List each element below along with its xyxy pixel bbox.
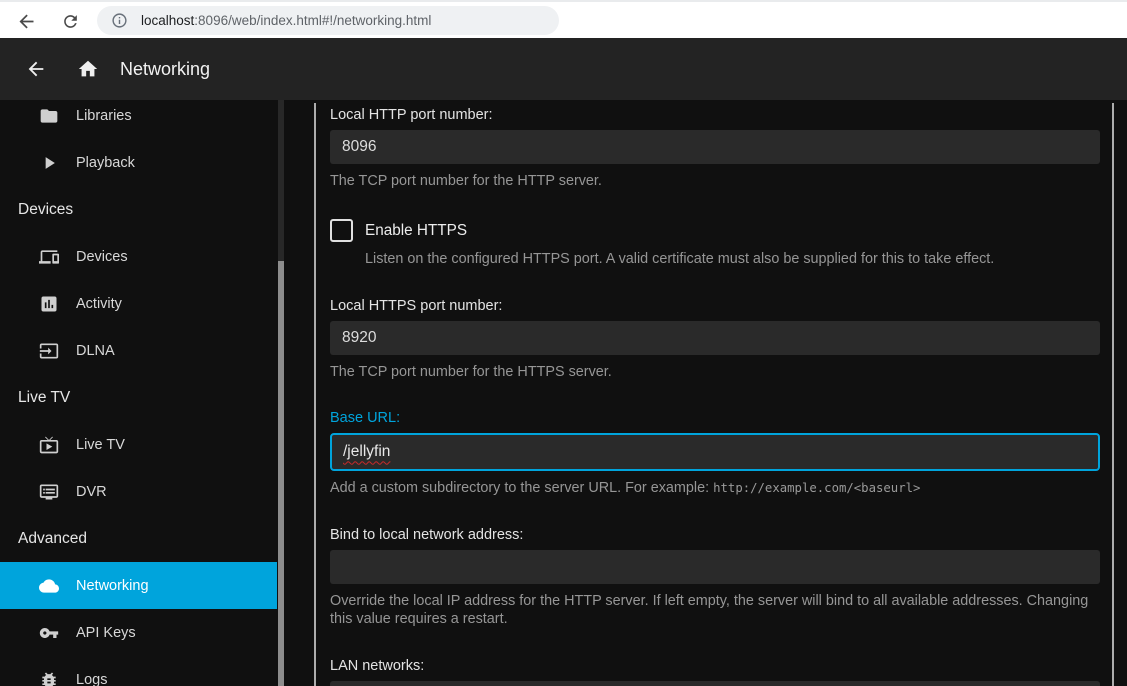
- sidebar-item-playback[interactable]: Playback: [0, 139, 277, 186]
- url-text: localhost:8096/web/index.html#!/networki…: [141, 13, 431, 28]
- lan-networks-input[interactable]: [330, 681, 1100, 686]
- sidebar-item-label: Networking: [76, 578, 149, 594]
- https-port-help: The TCP port number for the HTTPS server…: [330, 363, 1100, 381]
- networking-form: Local HTTP port number: The TCP port num…: [316, 100, 1112, 686]
- base-url-label: Base URL:: [330, 410, 1100, 426]
- sidebar-section-advanced: Advanced: [0, 515, 277, 562]
- devices-icon: [38, 246, 60, 268]
- header-back-button[interactable]: [24, 57, 48, 81]
- base-url-help-code: http://example.com/<baseurl>: [713, 481, 920, 495]
- sidebar-item-dlna[interactable]: DLNA: [0, 327, 277, 374]
- info-circle-icon[interactable]: [111, 12, 128, 29]
- sidebar-scrollbar-thumb[interactable]: [278, 261, 284, 686]
- key-icon: [38, 622, 60, 644]
- browser-refresh-button[interactable]: [58, 9, 82, 33]
- sidebar-item-live-tv[interactable]: Live TV: [0, 421, 277, 468]
- sidebar-item-label: Logs: [76, 672, 107, 686]
- base-url-input[interactable]: /jellyfin: [330, 433, 1100, 471]
- base-url-value: /jellyfin: [343, 443, 390, 461]
- sidebar-item-label: API Keys: [76, 625, 136, 641]
- sidebar-item-label: Playback: [76, 155, 135, 171]
- sidebar-section-live-tv: Live TV: [0, 374, 277, 421]
- sidebar-item-label: Devices: [76, 249, 128, 265]
- sidebar-section-label: Live TV: [18, 389, 70, 407]
- url-host: localhost: [141, 13, 194, 28]
- home-icon[interactable]: [76, 57, 100, 81]
- url-path: :8096/web/index.html#!/networking.html: [194, 13, 431, 28]
- content-scrollbar[interactable]: [1112, 103, 1114, 686]
- sidebar-section-devices: Devices: [0, 186, 277, 233]
- bar-chart-icon: [38, 293, 60, 315]
- input-box-icon: [38, 340, 60, 362]
- enable-https-checkbox[interactable]: [330, 219, 353, 242]
- sidebar-item-label: DVR: [76, 484, 107, 500]
- base-url-help-text: Add a custom subdirectory to the server …: [330, 480, 713, 496]
- enable-https-help: Listen on the configured HTTPS port. A v…: [365, 250, 1100, 268]
- address-bar[interactable]: localhost:8096/web/index.html#!/networki…: [97, 6, 559, 35]
- sidebar-item-networking[interactable]: Networking: [0, 562, 277, 609]
- page-title: Networking: [120, 38, 210, 100]
- sidebar-section-label: Advanced: [18, 530, 87, 548]
- bind-address-label: Bind to local network address:: [330, 527, 1100, 543]
- bug-icon: [38, 669, 60, 686]
- bind-address-field-group: Bind to local network address: Override …: [330, 527, 1100, 629]
- https-port-label: Local HTTPS port number:: [330, 298, 1100, 314]
- bind-address-help: Override the local IP address for the HT…: [330, 592, 1100, 629]
- play-icon: [38, 152, 60, 174]
- cloud-icon: [38, 575, 60, 597]
- app-header: Networking: [0, 38, 1127, 100]
- https-port-input[interactable]: [330, 321, 1100, 355]
- sidebar-item-libraries[interactable]: Libraries: [0, 100, 277, 139]
- dvr-icon: [38, 481, 60, 503]
- folder-icon: [38, 105, 60, 127]
- browser-chrome: localhost:8096/web/index.html#!/networki…: [0, 0, 1127, 38]
- lan-networks-label: LAN networks:: [330, 658, 1100, 674]
- http-port-help: The TCP port number for the HTTP server.: [330, 172, 1100, 190]
- sidebar-item-logs[interactable]: Logs: [0, 656, 277, 686]
- sidebar-section-label: Devices: [18, 201, 73, 219]
- https-port-field-group: Local HTTPS port number: The TCP port nu…: [330, 298, 1100, 381]
- browser-back-button[interactable]: [14, 9, 38, 33]
- sidebar-item-api-keys[interactable]: API Keys: [0, 609, 277, 656]
- sidebar-item-dvr[interactable]: DVR: [0, 468, 277, 515]
- sidebar-item-label: Libraries: [76, 108, 132, 124]
- sidebar-item-activity[interactable]: Activity: [0, 280, 277, 327]
- sidebar: Libraries Playback Devices Devices Activ…: [0, 100, 284, 686]
- sidebar-item-devices[interactable]: Devices: [0, 233, 277, 280]
- sidebar-item-label: DLNA: [76, 343, 115, 359]
- enable-https-label: Enable HTTPS: [365, 222, 467, 240]
- http-port-label: Local HTTP port number:: [330, 107, 1100, 123]
- lan-networks-field-group: LAN networks:: [330, 658, 1100, 686]
- live-tv-icon: [38, 434, 60, 456]
- bind-address-input[interactable]: [330, 550, 1100, 584]
- sidebar-item-label: Live TV: [76, 437, 125, 453]
- sidebar-item-label: Activity: [76, 296, 122, 312]
- http-port-field-group: Local HTTP port number: The TCP port num…: [330, 107, 1100, 190]
- http-port-input[interactable]: [330, 130, 1100, 164]
- base-url-field-group: Base URL: /jellyfin Add a custom subdire…: [330, 410, 1100, 497]
- base-url-help: Add a custom subdirectory to the server …: [330, 479, 1100, 497]
- enable-https-field-group: Enable HTTPS Listen on the configured HT…: [330, 219, 1100, 268]
